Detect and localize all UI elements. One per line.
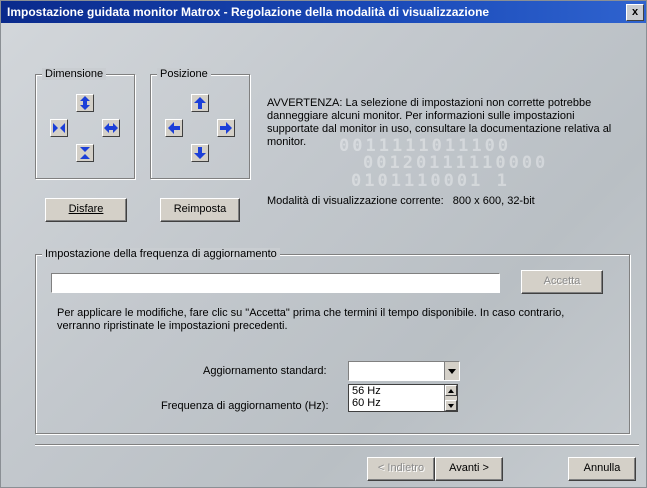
- countdown-progress-bar: [51, 273, 500, 293]
- arrow-left-icon: [168, 122, 180, 134]
- refresh-legend: Impostazione della frequenza di aggiorna…: [42, 248, 280, 260]
- dimensione-group: Dimensione: [35, 68, 135, 179]
- increase-height-button[interactable]: [76, 94, 94, 112]
- cancel-button[interactable]: Annulla: [568, 457, 636, 481]
- current-mode: Modalità di visualizzazione corrente: 80…: [267, 195, 535, 208]
- decrease-height-button[interactable]: [76, 144, 94, 162]
- scroll-down-icon: [448, 403, 454, 408]
- undo-label: Disfare: [68, 203, 104, 215]
- posizione-legend: Posizione: [157, 68, 211, 80]
- refresh-list-scrollbar[interactable]: [444, 385, 457, 411]
- refresh-instructions: Per applicare le modifiche, fare clic su…: [57, 307, 565, 332]
- increase-width-button[interactable]: [102, 119, 120, 137]
- scroll-down-button[interactable]: [445, 400, 457, 411]
- wizard-window: Impostazione guidata monitor Matrox - Re…: [0, 0, 647, 488]
- close-button[interactable]: x: [626, 4, 644, 21]
- refresh-option[interactable]: 60 Hz: [349, 397, 457, 409]
- arrow-down-icon: [194, 147, 206, 159]
- binary-decoration: 00120111110000: [363, 153, 549, 173]
- refresh-option[interactable]: 56 Hz: [349, 385, 457, 397]
- next-button[interactable]: Avanti >: [435, 457, 503, 481]
- vertical-shrink-icon: [80, 147, 90, 159]
- arrow-up-icon: [194, 97, 206, 109]
- reset-label: Reimposta: [173, 203, 227, 215]
- move-left-button[interactable]: [165, 119, 183, 137]
- separator: [35, 444, 639, 446]
- accept-label: Accetta: [543, 275, 581, 287]
- move-right-button[interactable]: [217, 119, 235, 137]
- warning-text: AVVERTENZA: La selezione di impostazioni…: [267, 97, 612, 148]
- arrow-right-icon: [220, 122, 232, 134]
- back-label: < Indietro: [377, 462, 425, 474]
- refresh-frequency-label: Frequenza di aggiornamento (Hz):: [161, 400, 329, 412]
- move-up-button[interactable]: [191, 94, 209, 112]
- dimensione-legend: Dimensione: [42, 68, 107, 80]
- horizontal-expand-icon: [104, 123, 118, 133]
- current-mode-label: Modalità di visualizzazione corrente:: [267, 195, 444, 207]
- chevron-down-icon: [448, 368, 456, 374]
- vertical-expand-icon: [80, 96, 90, 110]
- back-button[interactable]: < Indietro: [367, 457, 435, 481]
- window-title: Impostazione guidata monitor Matrox - Re…: [7, 5, 490, 19]
- cancel-label: Annulla: [583, 462, 621, 474]
- standard-refresh-label: Aggiornamento standard:: [203, 365, 327, 377]
- accept-button[interactable]: Accetta: [521, 270, 603, 294]
- next-label: Avanti >: [449, 462, 489, 474]
- refresh-frequency-list[interactable]: 56 Hz 60 Hz: [348, 384, 458, 412]
- posizione-group: Posizione: [150, 68, 250, 179]
- decrease-width-button[interactable]: [50, 119, 68, 137]
- reset-button[interactable]: Reimposta: [160, 198, 240, 222]
- standard-refresh-dropdown-button[interactable]: [444, 362, 459, 380]
- standard-refresh-select[interactable]: [348, 361, 460, 381]
- scroll-up-button[interactable]: [445, 385, 457, 396]
- horizontal-shrink-icon: [53, 123, 65, 133]
- title-bar[interactable]: Impostazione guidata monitor Matrox - Re…: [1, 1, 646, 23]
- undo-button[interactable]: Disfare: [45, 198, 127, 222]
- current-mode-value: 800 x 600, 32-bit: [452, 195, 535, 207]
- binary-decoration: 0101110001 1: [351, 171, 510, 191]
- scroll-up-icon: [448, 388, 454, 393]
- move-down-button[interactable]: [191, 144, 209, 162]
